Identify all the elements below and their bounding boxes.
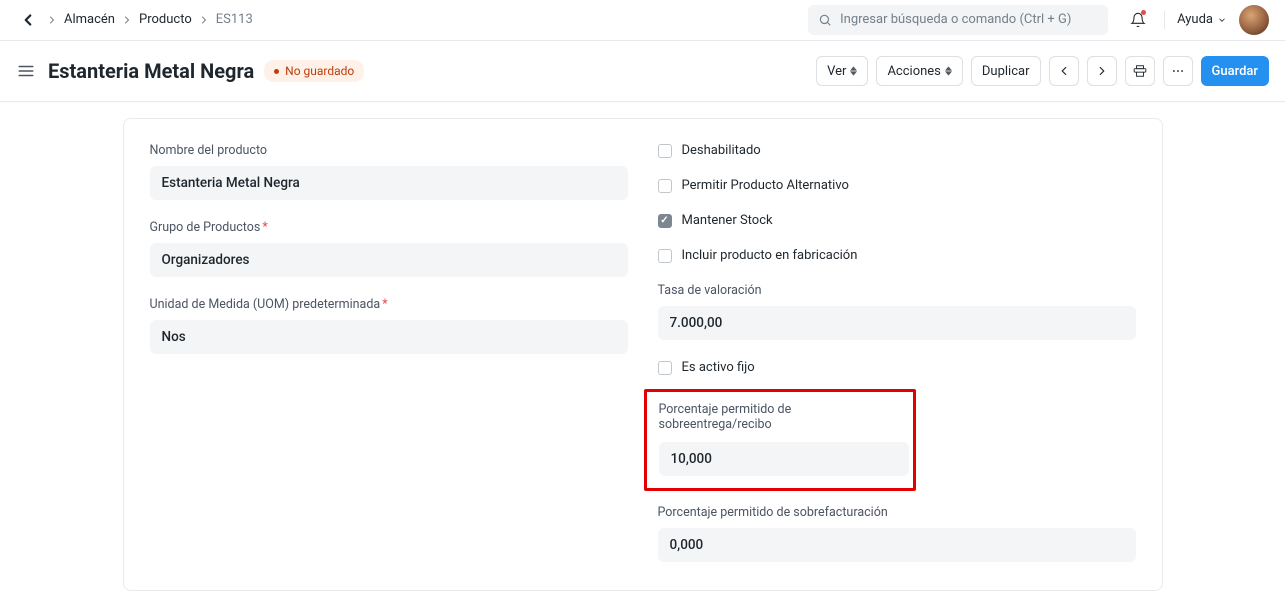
page-title: Estanteria Metal Negra <box>48 59 254 83</box>
breadcrumb-warehouse[interactable]: Almacén <box>64 12 115 27</box>
select-caret-icon <box>945 66 952 76</box>
default-uom-label: Unidad de Medida (UOM) predeterminada* <box>150 297 628 312</box>
valuation-rate-input[interactable] <box>658 306 1136 340</box>
include-mfg-label: Incluir producto en fabricación <box>682 248 858 263</box>
chevron-right-icon <box>46 14 58 26</box>
product-name-input[interactable] <box>150 166 628 200</box>
product-name-label: Nombre del producto <box>150 143 628 158</box>
form-card: Nombre del producto Grupo de Productos* … <box>123 118 1163 591</box>
disabled-checkbox[interactable]: Deshabilitado <box>658 143 1136 158</box>
checkbox-icon <box>658 249 672 263</box>
fixed-asset-label: Es activo fijo <box>682 360 755 375</box>
over-delivery-highlight: Porcentaje permitido de sobreentrega/rec… <box>644 389 916 491</box>
over-delivery-input[interactable] <box>659 442 909 476</box>
valuation-rate-label: Tasa de valoración <box>658 283 1136 298</box>
disabled-label: Deshabilitado <box>682 143 761 158</box>
view-button[interactable]: Ver <box>816 56 868 86</box>
view-label: Ver <box>827 64 846 79</box>
checkbox-icon <box>658 179 672 193</box>
save-label: Guardar <box>1212 64 1259 79</box>
maintain-stock-label: Mantener Stock <box>682 213 773 228</box>
search-input[interactable]: Ingresar búsqueda o comando (Ctrl + G) <box>808 5 1108 35</box>
divider <box>1164 11 1165 29</box>
duplicate-button[interactable]: Duplicar <box>971 56 1041 86</box>
checkbox-icon <box>658 361 672 375</box>
over-billing-label: Porcentaje permitido de sobrefacturación <box>658 505 1136 520</box>
product-group-input[interactable] <box>150 243 628 277</box>
save-button[interactable]: Guardar <box>1201 56 1270 86</box>
allow-alt-label: Permitir Producto Alternativo <box>682 178 849 193</box>
unsaved-badge: No guardado <box>264 60 364 82</box>
breadcrumb-product[interactable]: Producto <box>139 12 192 27</box>
over-delivery-label: Porcentaje permitido de sobreentrega/rec… <box>659 402 901 432</box>
over-billing-input[interactable] <box>658 528 1136 562</box>
actions-label: Acciones <box>887 64 940 79</box>
actions-button[interactable]: Acciones <box>876 56 962 86</box>
menu-icon[interactable] <box>16 61 36 81</box>
checkbox-checked-icon <box>658 214 672 228</box>
duplicate-label: Duplicar <box>982 64 1030 79</box>
chevron-right-icon <box>198 14 210 26</box>
default-uom-input[interactable] <box>150 320 628 354</box>
back-button[interactable] <box>16 8 40 32</box>
chevron-right-icon <box>121 14 133 26</box>
avatar[interactable] <box>1239 5 1269 35</box>
print-button[interactable] <box>1125 56 1155 86</box>
search-placeholder: Ingresar búsqueda o comando (Ctrl + G) <box>840 12 1071 27</box>
fixed-asset-checkbox[interactable]: Es activo fijo <box>658 360 1136 375</box>
allow-alternative-checkbox[interactable]: Permitir Producto Alternativo <box>658 178 1136 193</box>
more-button[interactable] <box>1163 56 1193 86</box>
notification-icon[interactable] <box>1128 10 1148 30</box>
select-caret-icon <box>850 66 857 76</box>
checkbox-icon <box>658 144 672 158</box>
product-group-label: Grupo de Productos* <box>150 220 628 235</box>
maintain-stock-checkbox[interactable]: Mantener Stock <box>658 213 1136 228</box>
breadcrumb-current: ES113 <box>216 12 253 27</box>
help-menu[interactable]: Ayuda <box>1177 12 1227 27</box>
next-button[interactable] <box>1087 56 1117 86</box>
help-label: Ayuda <box>1177 12 1213 27</box>
include-mfg-checkbox[interactable]: Incluir producto en fabricación <box>658 248 1136 263</box>
prev-button[interactable] <box>1049 56 1079 86</box>
